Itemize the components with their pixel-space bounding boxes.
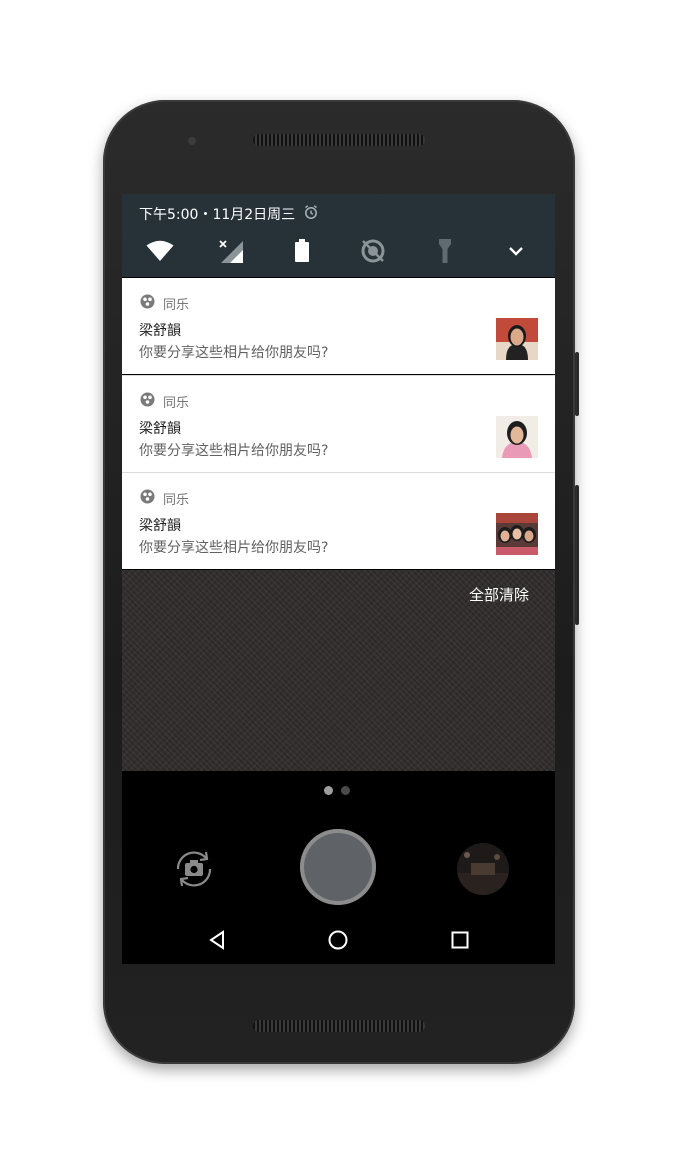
notification-app-row: 同乐 [140,294,189,313]
chevron-down-icon[interactable] [499,234,533,268]
front-camera [188,137,196,145]
wifi-icon[interactable] [143,234,177,268]
flashlight-icon[interactable] [428,234,462,268]
camera-controls [122,771,555,964]
photo-thumbnail [496,513,538,555]
shutter-button[interactable] [300,829,376,905]
notification-card[interactable]: 同乐 梁舒韻 你要分享这些相片给你朋友吗? [122,376,555,472]
gallery-thumbnail[interactable] [457,843,509,895]
alarm-clock-icon [303,204,319,224]
bottom-speaker [253,1020,425,1032]
notification-card[interactable]: 同乐 梁舒韻 你要分享这些相片给你朋友吗? [122,278,555,374]
app-logo-icon [140,294,155,313]
app-logo-icon [140,489,155,508]
notification-title: 梁舒韻 [139,323,181,339]
page-dot-active [324,786,333,795]
screen: 下午5:00・11月2日周三 同乐 梁舒韻 你要分享这些相片给你朋友吗? 同乐 … [122,194,555,964]
time-date-text: 下午5:00・11月2日周三 [139,207,296,223]
notification-text: 你要分享这些相片给你朋友吗? [139,345,329,361]
home-icon[interactable] [322,924,354,956]
notification-app-row: 同乐 [140,489,189,508]
quick-settings-panel: 下午5:00・11月2日周三 [122,194,555,277]
switch-camera-icon[interactable] [172,847,216,891]
lockscreen-wallpaper: 全部清除 [122,570,555,771]
volume-button [575,352,579,416]
clear-all-button[interactable]: 全部清除 [469,584,529,605]
photo-thumbnail [496,416,538,458]
notification-title: 梁舒韻 [139,421,181,437]
data-saver-off-icon[interactable] [356,234,390,268]
navigation-bar [122,916,555,964]
notification-app-name: 同乐 [163,396,190,411]
notification-app-name: 同乐 [163,298,190,313]
battery-icon[interactable] [285,234,319,268]
notification-app-name: 同乐 [163,493,190,508]
mobile-signal-off-icon[interactable] [214,234,248,268]
notification-text: 你要分享这些相片给你朋友吗? [139,540,329,556]
notification-text: 你要分享这些相片给你朋友吗? [139,443,329,459]
notification-app-row: 同乐 [140,392,189,411]
back-icon[interactable] [201,924,233,956]
page-dot [341,786,350,795]
power-button [575,485,579,625]
top-speaker [253,134,425,146]
notification-title: 梁舒韻 [139,518,181,534]
page-indicator [324,786,350,795]
app-logo-icon [140,392,155,411]
status-time-row: 下午5:00・11月2日周三 [139,204,319,224]
photo-thumbnail [496,318,538,360]
recents-icon[interactable] [444,924,476,956]
quick-settings-icons [122,234,555,268]
notification-card[interactable]: 同乐 梁舒韻 你要分享这些相片给你朋友吗? [122,473,555,569]
